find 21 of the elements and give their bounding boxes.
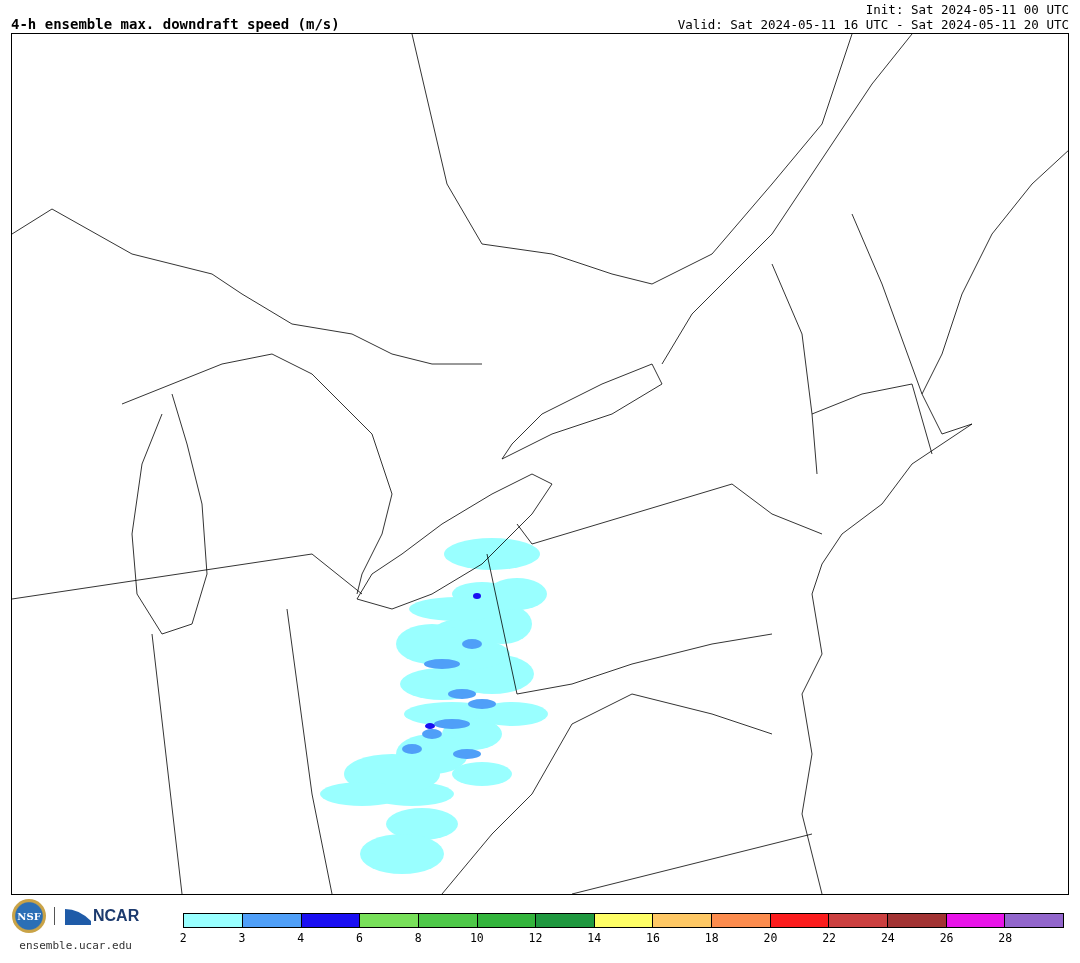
tick-label: 12 bbox=[528, 931, 543, 945]
nsf-logo: NSF bbox=[12, 899, 46, 933]
tick-label: 8 bbox=[414, 931, 422, 945]
tick-label: 14 bbox=[587, 931, 602, 945]
tick-label: 6 bbox=[355, 931, 363, 945]
tick-label: 18 bbox=[704, 931, 719, 945]
tick-label: 4 bbox=[297, 931, 305, 945]
chart-title: 4-h ensemble max. downdraft speed (m/s) bbox=[11, 16, 340, 32]
tick-label: 22 bbox=[822, 931, 837, 945]
tick-label: 10 bbox=[469, 931, 484, 945]
valid-time: Valid: Sat 2024-05-11 16 UTC - Sat 2024-05-11 20 UTC bbox=[677, 17, 1069, 32]
tick-label: 28 bbox=[998, 931, 1013, 945]
tick-label: 16 bbox=[646, 931, 660, 945]
tick-label: 24 bbox=[880, 931, 895, 945]
tick-label: 3 bbox=[238, 931, 246, 945]
tick-label: 26 bbox=[939, 931, 954, 945]
init-time: Init: Sat 2024-05-11 00 UTC bbox=[865, 2, 1069, 17]
ncar-logo: NCAR bbox=[54, 907, 140, 925]
tick-label: 20 bbox=[763, 931, 778, 945]
tick-label: 2 bbox=[179, 931, 187, 945]
site-url: ensemble.ucar.edu bbox=[19, 939, 132, 952]
